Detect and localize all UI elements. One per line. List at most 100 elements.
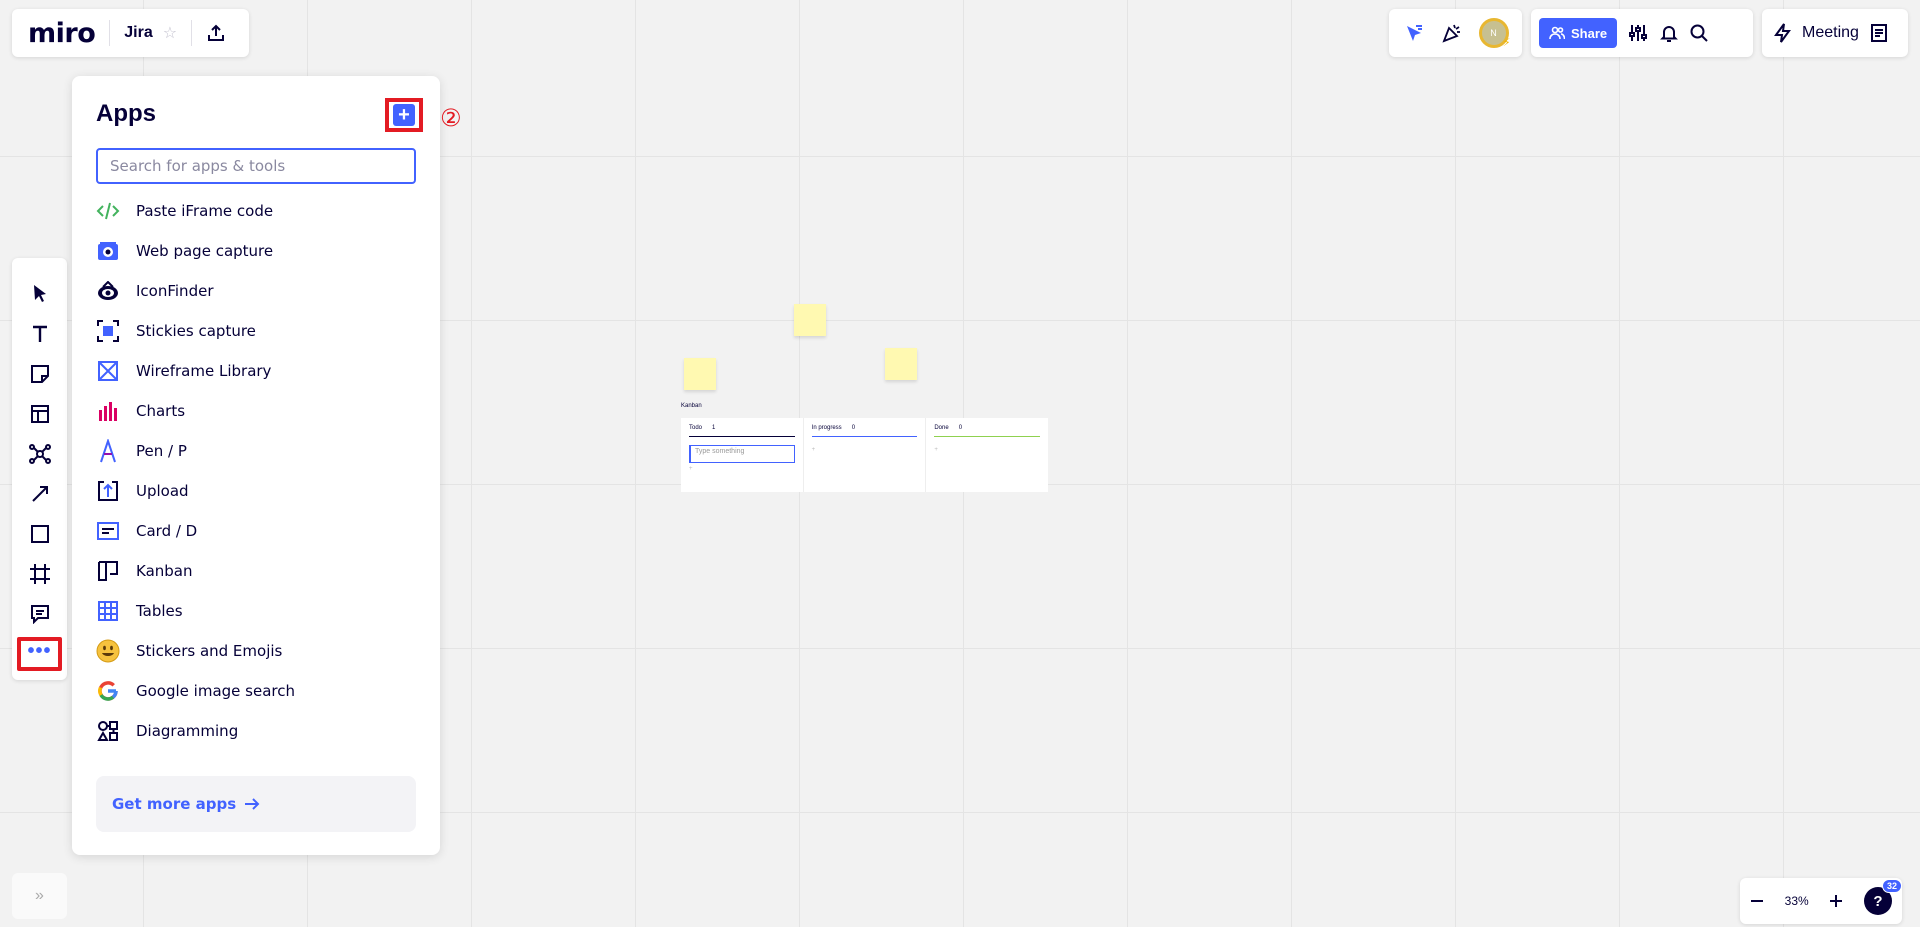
app-label: Paste iFrame code	[136, 202, 274, 220]
app-item-google-image-search[interactable]: Google image search	[96, 671, 416, 711]
comment-icon	[30, 605, 49, 624]
app-item-paste-iframe[interactable]: Paste iFrame code	[96, 191, 416, 231]
board-title[interactable]: Jira	[124, 24, 152, 42]
apps-search-input[interactable]	[96, 148, 416, 184]
wireframe-icon	[96, 359, 120, 383]
app-label: Stickies capture	[136, 322, 256, 340]
star-icon[interactable]: ☆	[163, 23, 177, 43]
column-divider	[811, 436, 918, 437]
mindmap-tool[interactable]	[20, 434, 60, 474]
app-label: Stickers and Emojis	[136, 642, 283, 660]
app-item-wireframe-library[interactable]: Wireframe Library	[96, 351, 416, 391]
share-button[interactable]: Share	[1539, 18, 1618, 48]
column-count: 1	[712, 425, 716, 431]
kanban-title: Kanban	[681, 403, 702, 409]
export-icon[interactable]	[206, 23, 226, 43]
upload-icon	[96, 479, 120, 503]
search-icon[interactable]	[1689, 23, 1709, 43]
comment-tool[interactable]	[20, 594, 60, 634]
collaboration-tools: N ⚡	[1389, 9, 1522, 57]
app-label: Google image search	[136, 682, 295, 700]
app-item-stickers-emojis[interactable]: Stickers and Emojis	[96, 631, 416, 671]
sticky-note[interactable]	[885, 348, 917, 380]
frame-icon	[29, 564, 50, 584]
app-item-stickies-capture[interactable]: Stickies capture	[96, 311, 416, 351]
shape-tool[interactable]	[20, 514, 60, 554]
app-item-upload[interactable]: Upload	[96, 471, 416, 511]
sticky-note-tool[interactable]	[20, 354, 60, 394]
arrow-right-icon	[245, 798, 260, 810]
add-card-icon[interactable]: +	[934, 447, 1040, 453]
user-avatar[interactable]: N ⚡	[1478, 18, 1511, 49]
settings-sliders-icon[interactable]	[1627, 22, 1649, 44]
app-item-tables[interactable]: Tables	[96, 591, 416, 631]
app-item-kanban[interactable]: Kanban	[96, 551, 416, 591]
add-app-button[interactable]: +	[393, 104, 415, 126]
select-tool[interactable]	[20, 274, 60, 314]
step-2-annotation: ②	[440, 105, 462, 132]
cursor-filter-icon[interactable]	[1403, 22, 1425, 44]
app-item-web-capture[interactable]: Web page capture	[96, 231, 416, 271]
kanban-icon	[96, 559, 120, 583]
bell-icon[interactable]	[1659, 23, 1679, 43]
zoom-in-button[interactable]	[1829, 894, 1843, 908]
app-label: Kanban	[136, 562, 193, 580]
template-tool[interactable]	[20, 394, 60, 434]
expand-panel-button[interactable]: »	[12, 873, 67, 919]
notification-badge: 32	[1881, 879, 1902, 893]
rectangle-icon	[30, 525, 49, 543]
left-toolbar: •••	[12, 258, 67, 680]
kanban-card-input[interactable]: Type something	[689, 445, 795, 463]
miro-logo[interactable]: miro	[28, 18, 96, 49]
app-label: Wireframe Library	[136, 362, 272, 380]
kanban-column-todo[interactable]: Todo 1 Type something +	[681, 418, 804, 492]
divider	[191, 20, 193, 46]
tables-icon	[96, 599, 120, 623]
help-button[interactable]: ? 32	[1864, 879, 1902, 915]
apps-title: Apps	[96, 100, 156, 127]
frame-tool[interactable]	[20, 554, 60, 594]
celebrate-icon[interactable]	[1440, 21, 1464, 45]
app-item-charts[interactable]: Charts	[96, 391, 416, 431]
app-label: Pen / P	[136, 442, 187, 460]
template-icon	[30, 405, 49, 423]
app-item-diagramming[interactable]: Diagramming	[96, 711, 416, 751]
notes-icon[interactable]	[1869, 23, 1889, 43]
zoom-level[interactable]: 33%	[1785, 894, 1809, 908]
pen-icon	[96, 439, 120, 463]
more-apps-button[interactable]: •••	[17, 637, 62, 671]
zoom-controls: 33% ? 32	[1740, 878, 1902, 924]
app-item-pen[interactable]: Pen / P	[96, 431, 416, 471]
bolt-icon: ⚡	[1502, 37, 1511, 49]
app-label: Card / D	[136, 522, 198, 540]
lightning-icon[interactable]	[1774, 23, 1792, 43]
sticky-note[interactable]	[794, 304, 826, 336]
emoji-icon	[96, 639, 120, 663]
sticky-note-icon	[30, 365, 49, 383]
text-icon	[32, 325, 47, 342]
get-more-apps-button[interactable]: Get more apps	[96, 776, 416, 832]
line-tool[interactable]	[20, 474, 60, 514]
minus-icon	[1751, 900, 1763, 902]
apps-list: Paste iFrame code Web page capture IconF…	[96, 191, 416, 751]
app-item-iconfinder[interactable]: IconFinder	[96, 271, 416, 311]
stickies-capture-icon	[96, 319, 120, 343]
add-card-icon[interactable]: +	[812, 447, 918, 453]
double-chevron-right-icon: »	[35, 887, 44, 904]
add-app-highlight: +	[385, 98, 423, 132]
share-label: Share	[1571, 25, 1608, 41]
app-label: Upload	[136, 482, 189, 500]
add-card-icon[interactable]: +	[689, 466, 795, 472]
meeting-button[interactable]: Meeting	[1802, 24, 1859, 42]
kanban-column-in-progress[interactable]: In progress 0 +	[804, 418, 927, 492]
column-name: Todo	[689, 425, 703, 431]
kanban-column-done[interactable]: Done 0 +	[926, 418, 1048, 492]
sticky-note[interactable]	[684, 358, 716, 390]
app-item-card[interactable]: Card / D	[96, 511, 416, 551]
meeting-toolbar: Meeting	[1762, 9, 1908, 57]
apps-panel: Apps + Paste iFrame code Web page captur…	[72, 76, 440, 855]
text-tool[interactable]	[20, 314, 60, 354]
kanban-board[interactable]: Todo 1 Type something + In progress 0 + Do…	[681, 418, 1048, 492]
zoom-out-button[interactable]	[1750, 894, 1764, 908]
app-label: Web page capture	[136, 242, 274, 260]
